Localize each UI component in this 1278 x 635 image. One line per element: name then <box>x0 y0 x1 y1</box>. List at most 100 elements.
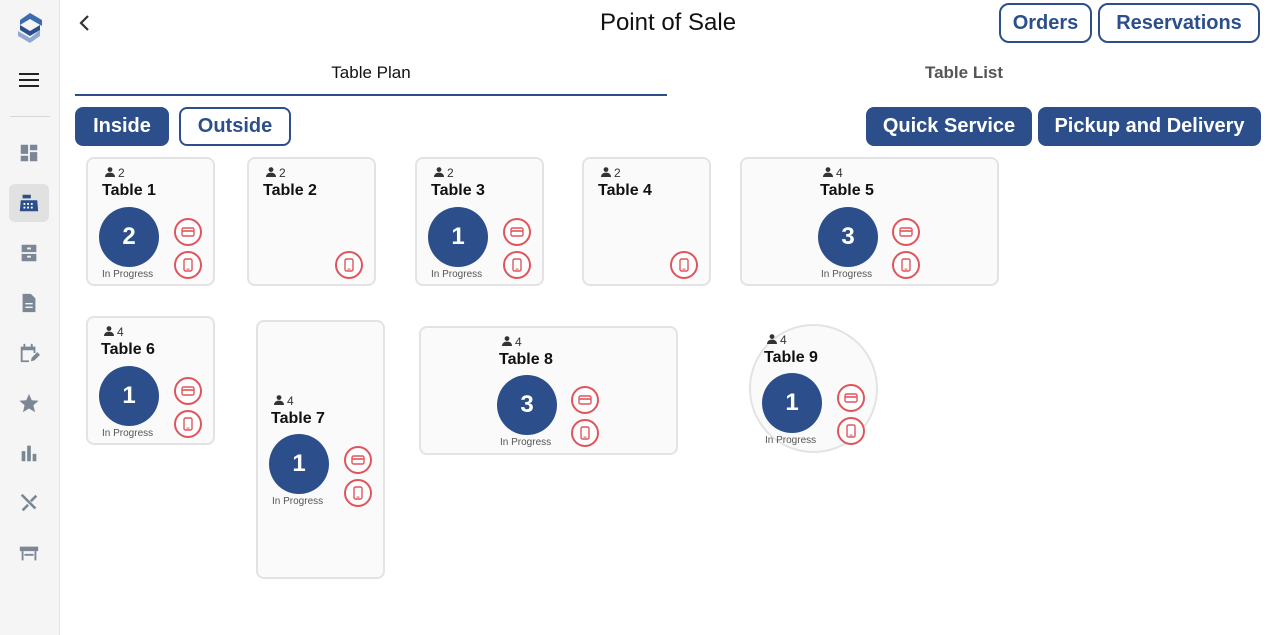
seat-count: 4 <box>766 333 787 347</box>
calendar-edit-icon <box>20 343 40 363</box>
tablet-icon[interactable] <box>503 251 531 279</box>
status-label: In Progress <box>821 269 873 280</box>
tablet-icon[interactable] <box>335 251 363 279</box>
person-icon <box>103 325 115 339</box>
order-count-badge: 1 <box>99 366 159 426</box>
status-label: In Progress <box>272 496 324 507</box>
reservations-button[interactable]: Reservations <box>1098 3 1260 43</box>
sidebar-item-point-of-sale[interactable] <box>9 184 49 222</box>
seat-count-value: 4 <box>836 166 843 180</box>
seat-count-value: 2 <box>447 166 454 180</box>
order-count-badge: 1 <box>762 373 822 433</box>
tab-table-list[interactable]: Table List <box>668 60 1260 96</box>
seat-count: 4 <box>501 335 522 349</box>
sidebar-item-documents[interactable] <box>9 284 49 322</box>
person-icon <box>265 166 277 180</box>
tablet-icon[interactable] <box>174 410 202 438</box>
tablet-icon[interactable] <box>837 417 865 445</box>
tab-table-plan[interactable]: Table Plan <box>75 60 667 96</box>
outside-area-button[interactable]: Outside <box>179 107 291 146</box>
tablet-icon[interactable] <box>174 251 202 279</box>
credit-card-icon[interactable] <box>503 218 531 246</box>
seat-count-value: 4 <box>780 333 787 347</box>
status-label: In Progress <box>102 269 154 280</box>
credit-card-icon[interactable] <box>344 446 372 474</box>
table-name: Table 5 <box>820 182 874 199</box>
table-card-9[interactable]: 4 Table 9 1 In Progress <box>749 324 878 453</box>
status-label: In Progress <box>102 428 154 439</box>
cash-register-icon <box>19 194 39 212</box>
order-count-badge: 1 <box>428 207 488 267</box>
sidebar-item-tables[interactable] <box>9 534 49 572</box>
credit-card-icon[interactable] <box>892 218 920 246</box>
orders-button[interactable]: Orders <box>999 3 1092 43</box>
person-icon <box>433 166 445 180</box>
table-card-6[interactable]: 4 Table 6 1 In Progress <box>86 316 215 445</box>
seat-count: 2 <box>104 166 125 180</box>
sidebar-item-dashboard[interactable] <box>9 134 49 172</box>
table-card-7[interactable]: 4 Table 7 1 In Progress <box>256 320 385 579</box>
status-label: In Progress <box>500 437 552 448</box>
table-name: Table 9 <box>764 349 818 366</box>
person-icon <box>766 333 778 347</box>
seat-count-value: 4 <box>515 335 522 349</box>
status-label: In Progress <box>431 269 483 280</box>
credit-card-icon[interactable] <box>174 377 202 405</box>
order-count-badge: 3 <box>818 207 878 267</box>
sidebar-item-inventory[interactable] <box>9 234 49 272</box>
star-icon <box>19 393 39 413</box>
bar-chart-icon <box>21 445 37 462</box>
seat-count-value: 4 <box>287 394 294 408</box>
status-label: In Progress <box>765 435 817 446</box>
table-name: Table 1 <box>102 182 156 199</box>
seat-count-value: 2 <box>279 166 286 180</box>
credit-card-icon[interactable] <box>571 386 599 414</box>
brand-logo-icon[interactable] <box>16 12 44 44</box>
quick-service-button[interactable]: Quick Service <box>866 107 1032 146</box>
back-chevron-icon[interactable] <box>74 12 96 34</box>
tablet-icon[interactable] <box>571 419 599 447</box>
sidebar-item-favorites[interactable] <box>9 384 49 422</box>
table-name: Table 2 <box>263 182 317 199</box>
order-count-badge: 2 <box>99 207 159 267</box>
person-icon <box>501 335 513 349</box>
credit-card-icon[interactable] <box>837 384 865 412</box>
seat-count-value: 4 <box>117 325 124 339</box>
sidebar-item-calendar[interactable] <box>9 334 49 372</box>
table-card-1[interactable]: 2 Table 1 2 In Progress <box>86 157 215 286</box>
tablet-icon[interactable] <box>670 251 698 279</box>
seat-count-value: 2 <box>118 166 125 180</box>
table-card-8[interactable]: 4 Table 8 3 In Progress <box>419 326 678 455</box>
table-name: Table 4 <box>598 182 652 199</box>
order-count-badge: 1 <box>269 434 329 494</box>
sidebar <box>0 0 60 635</box>
seat-count-value: 2 <box>614 166 621 180</box>
hamburger-menu-icon[interactable] <box>18 70 40 90</box>
document-icon <box>22 293 36 313</box>
table-name: Table 3 <box>431 182 485 199</box>
utensils-icon <box>20 493 38 512</box>
sidebar-item-kitchen[interactable] <box>9 484 49 522</box>
tablet-icon[interactable] <box>344 479 372 507</box>
credit-card-icon[interactable] <box>174 218 202 246</box>
seat-count: 4 <box>273 394 294 408</box>
table-name: Table 8 <box>499 351 553 368</box>
inside-area-button[interactable]: Inside <box>75 107 169 146</box>
table-card-4[interactable]: 2 Table 4 <box>582 157 711 286</box>
table-card-5[interactable]: 4 Table 5 3 In Progress <box>740 157 999 286</box>
table-card-3[interactable]: 2 Table 3 1 In Progress <box>415 157 544 286</box>
seat-count: 4 <box>822 166 843 180</box>
seat-count: 4 <box>103 325 124 339</box>
seat-count: 2 <box>600 166 621 180</box>
person-icon <box>600 166 612 180</box>
table-icon <box>19 546 39 561</box>
pickup-delivery-button[interactable]: Pickup and Delivery <box>1038 107 1261 146</box>
table-card-2[interactable]: 2 Table 2 <box>247 157 376 286</box>
table-name: Table 6 <box>101 341 155 358</box>
page-title: Point of Sale <box>599 9 737 36</box>
sidebar-divider <box>10 116 50 117</box>
order-count-badge: 3 <box>497 375 557 435</box>
person-icon <box>822 166 834 180</box>
sidebar-item-reports[interactable] <box>9 434 49 472</box>
tablet-icon[interactable] <box>892 251 920 279</box>
